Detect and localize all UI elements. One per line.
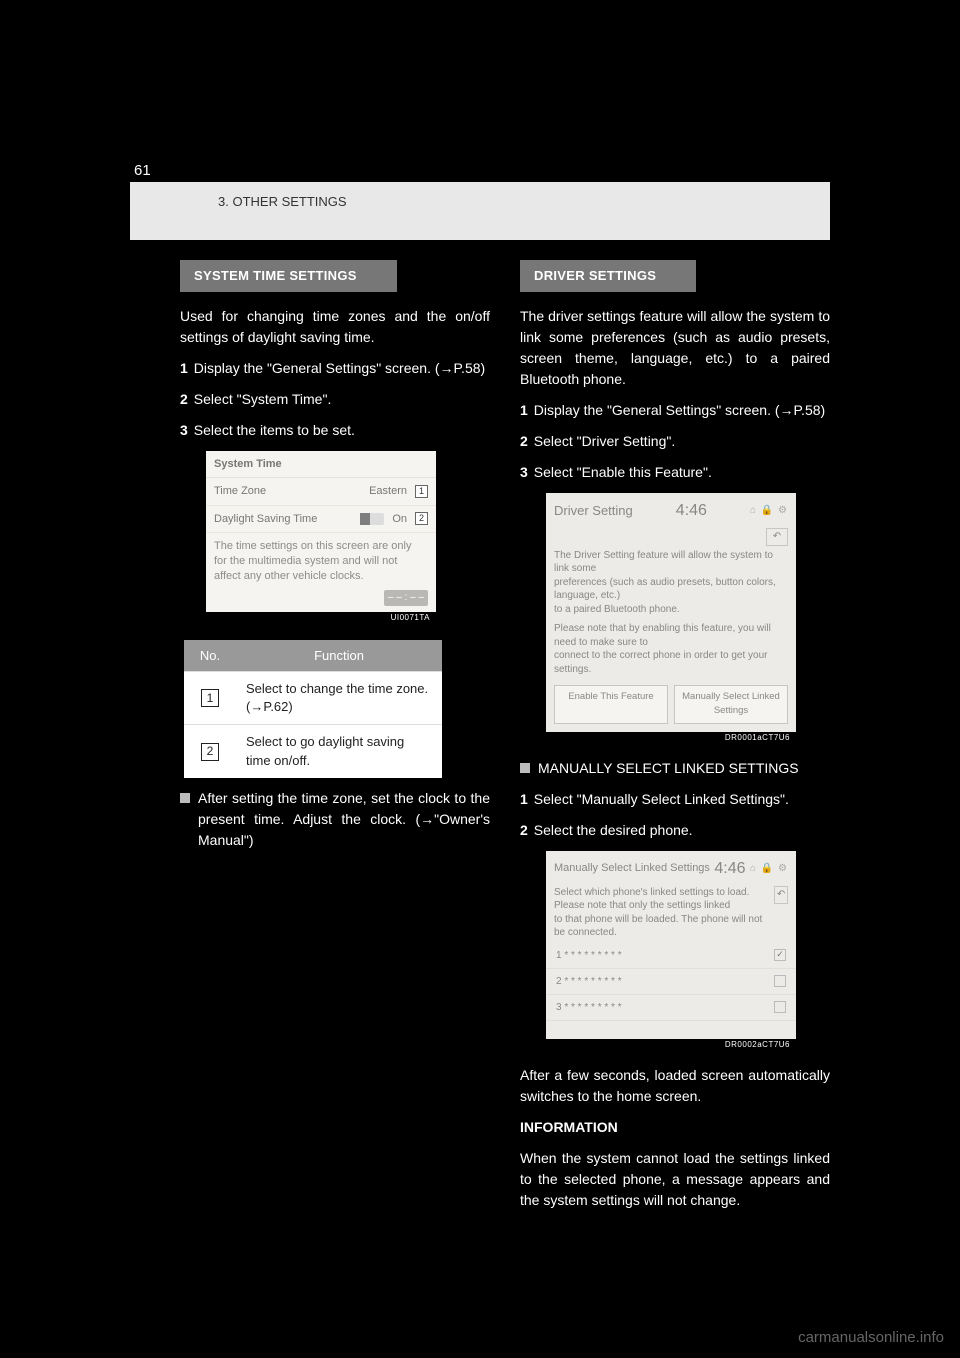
row-value: On — [392, 511, 407, 528]
toggle-icon — [360, 513, 384, 525]
clock: 4:46 — [714, 857, 745, 881]
section-heading-system-time: SYSTEM TIME SETTINGS — [180, 260, 397, 292]
enable-feature-button: Enable This Feature — [554, 685, 668, 724]
row-value: Eastern — [369, 483, 407, 500]
bullet-icon — [520, 763, 530, 773]
page-number: 61 — [134, 162, 151, 179]
step-number: 1 — [520, 789, 528, 810]
table-row: 2 Select to go daylight saving time on/o… — [184, 725, 442, 778]
step-number: 2 — [180, 389, 188, 410]
table-cell-function: Select to change the time zone. (→P.62) — [236, 672, 442, 725]
step-text: Select "System Time". — [194, 389, 332, 410]
note-line: for the multimedia system and will not — [214, 554, 428, 569]
bullet-icon — [180, 793, 190, 803]
step-3: 3 Select the items to be set. — [180, 420, 490, 441]
intro-text: The driver settings feature will allow t… — [520, 306, 830, 390]
section-heading-driver-settings: DRIVER SETTINGS — [520, 260, 696, 292]
note-line: The time settings on this screen are onl… — [214, 539, 428, 554]
row-dst: Daylight Saving Time On 2 — [206, 506, 436, 534]
step-number: 3 — [180, 420, 188, 441]
step-text: Display the "General Settings" screen. (… — [194, 358, 485, 379]
desc-line: connect to the correct phone in order to… — [554, 649, 788, 676]
step-1: 1 Display the "General Settings" screen.… — [520, 400, 830, 421]
screenshot-id: DR0002aCT7U6 — [546, 1039, 796, 1051]
list-item-label: 3 * * * * * * * * * — [556, 1000, 622, 1015]
after-text: After a few seconds, loaded screen autom… — [520, 1065, 830, 1107]
list-item: 1 * * * * * * * * * ✓ — [546, 943, 796, 969]
table-header-function: Function — [236, 640, 442, 672]
right-column: DRIVER SETTINGS The driver settings feat… — [520, 260, 830, 1221]
step-text: Select the items to be set. — [194, 420, 355, 441]
information-text: When the system cannot load the settings… — [520, 1148, 830, 1211]
information-heading: INFORMATION — [520, 1117, 830, 1138]
callout-marker-2: 2 — [415, 512, 428, 525]
numbox-2: 2 — [201, 743, 219, 761]
step-text: Display the "General Settings" screen. (… — [534, 400, 825, 421]
desc-line: preferences (such as audio presets, butt… — [554, 576, 788, 603]
step-text: Select "Driver Setting". — [534, 431, 675, 452]
step-3: 3 Select "Enable this Feature". — [520, 462, 830, 483]
screenshot-system-time: System Time Time Zone Eastern 1 Daylight… — [206, 451, 436, 624]
m-step-1: 1 Select "Manually Select Linked Setting… — [520, 789, 830, 810]
desc-line: to a paired Bluetooth phone. — [554, 603, 788, 617]
function-table: No. Function 1 Select to change the time… — [184, 640, 442, 778]
step-1: 1 Display the "General Settings" screen.… — [180, 358, 490, 379]
intro-text: Used for changing time zones and the on/… — [180, 306, 490, 348]
desc-line: Please note that by enabling this featur… — [554, 622, 788, 649]
screenshot-id: DR0001aCT7U6 — [546, 732, 796, 744]
screenshot-manually-select: Manually Select Linked Settings 4:46 ⌂ 🔒… — [546, 851, 796, 1051]
m-step-2: 2 Select the desired phone. — [520, 820, 830, 841]
step-text: Select "Enable this Feature". — [534, 462, 712, 483]
info-bullet: After setting the time zone, set the clo… — [180, 788, 490, 851]
list-item: 3 * * * * * * * * * — [546, 995, 796, 1021]
bullet-text: MANUALLY SELECT LINKED SETTINGS — [538, 758, 799, 779]
step-number: 1 — [520, 400, 528, 421]
row-time-zone: Time Zone Eastern 1 — [206, 478, 436, 506]
back-button-icon: – – : – – — [384, 590, 428, 606]
screenshot-title: Driver Setting — [554, 501, 633, 521]
status-icons: ⌂ 🔒 ⚙ — [750, 861, 788, 876]
screenshot-driver-setting: Driver Setting 4:46 ⌂ 🔒 ⚙ ↶ The Driver S… — [546, 493, 796, 744]
step-number: 1 — [180, 358, 188, 379]
row-label: Time Zone — [214, 483, 266, 500]
list-item-label: 2 * * * * * * * * * — [556, 974, 622, 989]
step-2: 2 Select "Driver Setting". — [520, 431, 830, 452]
header-band: 3. OTHER SETTINGS — [130, 182, 830, 240]
watermark: carmanualsonline.info — [798, 1329, 944, 1346]
callout-marker-1: 1 — [415, 485, 428, 498]
left-column: SYSTEM TIME SETTINGS Used for changing t… — [180, 260, 490, 1221]
numbox-1: 1 — [201, 689, 219, 707]
row-label: Daylight Saving Time — [214, 511, 317, 528]
back-icon: ↶ — [774, 886, 788, 904]
check-icon: ✓ — [774, 949, 786, 961]
step-2: 2 Select "System Time". — [180, 389, 490, 410]
list-item: 2 * * * * * * * * * — [546, 969, 796, 995]
hint-line: to that phone will be loaded. The phone … — [554, 913, 774, 940]
clock: 4:46 — [676, 499, 707, 523]
step-text: Select the desired phone. — [534, 820, 693, 841]
back-icon: ↶ — [766, 528, 788, 546]
status-icons: ⌂ 🔒 ⚙ — [750, 503, 788, 518]
breadcrumb: 3. OTHER SETTINGS — [218, 194, 347, 209]
screenshot-title: System Time — [206, 451, 436, 479]
bullet-text: After setting the time zone, set the clo… — [198, 788, 490, 851]
note-line: affect any other vehicle clocks. — [214, 569, 428, 584]
table-header-no: No. — [184, 640, 236, 672]
screenshot-id: UI0071TA — [206, 612, 436, 624]
screenshot-note: The time settings on this screen are onl… — [206, 533, 436, 586]
check-icon — [774, 975, 786, 987]
subheading-manually-select: MANUALLY SELECT LINKED SETTINGS — [520, 758, 830, 779]
step-text: Select "Manually Select Linked Settings"… — [534, 789, 789, 810]
check-icon — [774, 1001, 786, 1013]
table-cell-function: Select to go daylight saving time on/off… — [236, 725, 442, 778]
screenshot-title: Manually Select Linked Settings — [554, 860, 710, 877]
step-number: 2 — [520, 820, 528, 841]
list-item-label: 1 * * * * * * * * * — [556, 948, 622, 963]
desc-line: The Driver Setting feature will allow th… — [554, 549, 788, 576]
manually-select-button: Manually Select Linked Settings — [674, 685, 788, 724]
hint-line: Select which phone's linked settings to … — [554, 886, 774, 913]
step-number: 3 — [520, 462, 528, 483]
table-row: 1 Select to change the time zone. (→P.62… — [184, 672, 442, 725]
step-number: 2 — [520, 431, 528, 452]
